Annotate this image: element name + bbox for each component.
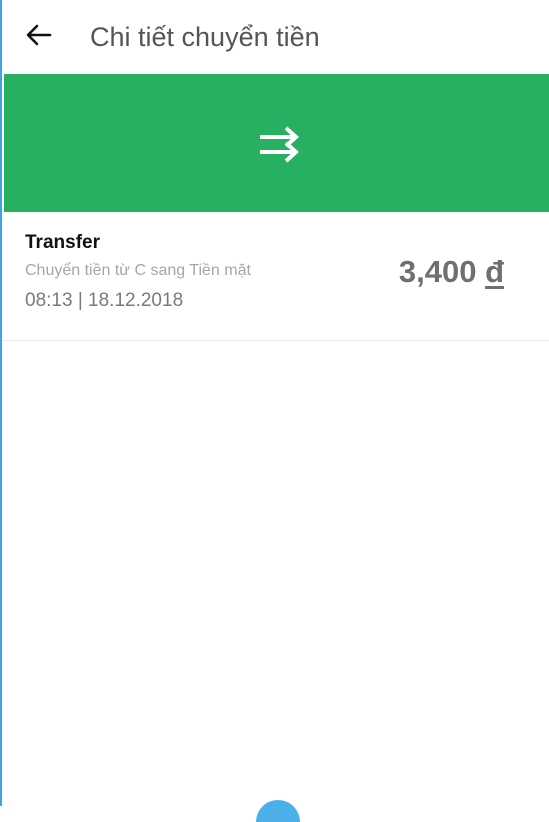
- back-button[interactable]: [18, 16, 60, 58]
- page-title: Chi tiết chuyển tiền: [90, 22, 320, 52]
- app-bar: Chi tiết chuyển tiền: [2, 0, 549, 74]
- transaction-detail-card: Transfer Chuyển tiền từ C sang Tiền mặt …: [2, 212, 549, 341]
- transaction-datetime: 08:13 | 18.12.2018: [25, 290, 184, 311]
- transfer-banner: [4, 74, 549, 212]
- floating-action-button[interactable]: [256, 800, 300, 822]
- transfer-arrows-icon: [258, 124, 300, 164]
- transaction-amount: 3,400 đ: [399, 254, 504, 290]
- transaction-description: Chuyển tiền từ C sang Tiền mặt: [25, 262, 251, 279]
- transaction-type: Transfer: [25, 232, 100, 253]
- currency-symbol: đ: [485, 254, 504, 289]
- amount-value: 3,400: [398, 254, 477, 289]
- arrow-left-icon: [26, 24, 52, 51]
